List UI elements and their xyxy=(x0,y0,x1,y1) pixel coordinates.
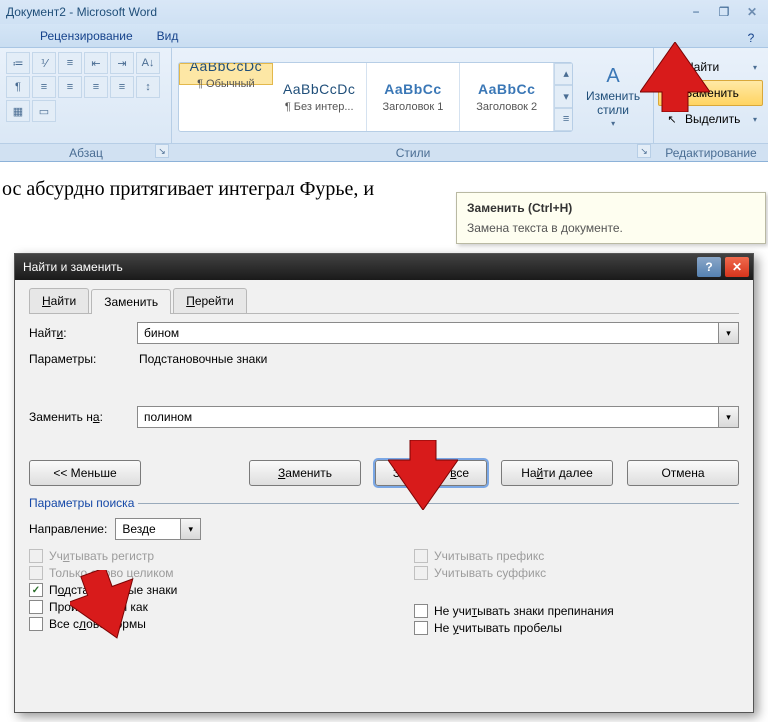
style-nospacing[interactable]: AaBbCcDc ¶ Без интер... xyxy=(273,63,367,131)
styles-launcher[interactable]: ↘ xyxy=(637,144,651,158)
replace-label: Заменить на: xyxy=(29,410,129,424)
style-normal[interactable]: AaBbCcDc ¶ Обычный xyxy=(179,63,273,85)
numbering-button[interactable]: ⅟ xyxy=(32,52,56,74)
params-value: Подстановочные знаки xyxy=(139,352,267,366)
match-case-check: Учитывать регистр xyxy=(29,549,354,563)
align-right-button[interactable]: ≡ xyxy=(84,76,108,98)
paragraph-group: ≔ ⅟ ≡ ⇤ ⇥ A↓ ¶ ≡ ≡ ≡ ≡ ↕ ▦ ▭ xyxy=(0,48,172,143)
checkbox-icon xyxy=(414,549,428,563)
select-button[interactable]: ↖ Выделить ▾ xyxy=(658,106,763,132)
dialog-title: Найти и заменить xyxy=(23,260,123,274)
line-spacing-button[interactable]: ↕ xyxy=(136,76,160,98)
show-marks-button[interactable]: ¶ xyxy=(6,76,30,98)
replace-all-button[interactable]: Заменить все xyxy=(375,460,487,486)
styles-gallery[interactable]: AaBbCcDc ¶ Обычный AaBbCcDc ¶ Без интер.… xyxy=(178,62,573,132)
replace-one-button[interactable]: Заменить xyxy=(249,460,361,486)
style-heading2[interactable]: AaBbCc Заголовок 2 xyxy=(460,63,554,131)
sort-button[interactable]: A↓ xyxy=(136,52,160,74)
shading-button[interactable]: ▦ xyxy=(6,100,30,122)
styles-expand[interactable]: ≡ xyxy=(554,108,573,131)
tooltip-desc: Замена текста в документе. xyxy=(467,221,755,235)
checkbox-icon xyxy=(29,549,43,563)
checkbox-icon xyxy=(29,566,43,580)
whole-word-check: Только слово целиком xyxy=(29,566,354,580)
justify-button[interactable]: ≡ xyxy=(110,76,134,98)
ignore-punct-check[interactable]: Не учитывать знаки препинания xyxy=(414,604,739,618)
close-window-button[interactable]: ✕ xyxy=(742,4,762,20)
increase-indent-button[interactable]: ⇥ xyxy=(110,52,134,74)
cursor-icon: ↖ xyxy=(664,111,680,127)
direction-dropdown[interactable]: ▾ xyxy=(180,519,200,539)
find-input[interactable]: ▾ xyxy=(137,322,739,344)
ignore-space-check[interactable]: Не учитывать пробелы xyxy=(414,621,739,635)
title-bar: Документ2 - Microsoft Word − ❐ ✕ xyxy=(0,0,768,24)
direction-select[interactable]: Везде ▾ xyxy=(115,518,201,540)
checkbox-icon xyxy=(414,621,428,635)
style-heading1[interactable]: AaBbCc Заголовок 1 xyxy=(367,63,461,131)
styles-scroll-up[interactable]: ▴ xyxy=(554,63,573,86)
replace-input[interactable]: ▾ xyxy=(137,406,739,428)
ribbon-body: ≔ ⅟ ≡ ⇤ ⇥ A↓ ¶ ≡ ≡ ≡ ≡ ↕ ▦ ▭ Абзац ↘ xyxy=(0,48,768,162)
paragraph-group-label: Абзац xyxy=(69,146,103,160)
tab-goto[interactable]: Перейти xyxy=(173,288,247,313)
styles-scroll-down[interactable]: ▾ xyxy=(554,85,573,108)
find-dropdown[interactable]: ▾ xyxy=(718,323,738,343)
find-next-button[interactable]: Найти далее xyxy=(501,460,613,486)
checkbox-icon xyxy=(29,600,43,614)
find-input-field[interactable] xyxy=(138,323,718,343)
checkbox-icon xyxy=(414,566,428,580)
find-button[interactable]: 🔍 Найти ▾ xyxy=(658,54,763,80)
find-replace-dialog: Найти и заменить ? ✕ Найти Заменить Пере… xyxy=(14,253,754,713)
styles-group: AaBbCcDc ¶ Обычный AaBbCcDc ¶ Без интер.… xyxy=(172,48,654,143)
editing-group: 🔍 Найти ▾ ab Заменить ↖ Выделить ▾ xyxy=(654,48,767,143)
prefix-check: Учитывать префикс xyxy=(414,549,739,563)
align-left-button[interactable]: ≡ xyxy=(32,76,56,98)
bullets-button[interactable]: ≔ xyxy=(6,52,30,74)
ribbon-tab-view[interactable]: Вид xyxy=(147,25,189,47)
multilevel-button[interactable]: ≡ xyxy=(58,52,82,74)
align-center-button[interactable]: ≡ xyxy=(58,76,82,98)
editing-group-label: Редактирование xyxy=(665,146,756,160)
help-icon[interactable]: ? xyxy=(742,29,760,47)
restore-button[interactable]: ❐ xyxy=(714,4,734,20)
change-styles-button[interactable]: A Изменить стили ▾ xyxy=(579,65,647,127)
borders-button[interactable]: ▭ xyxy=(32,100,56,122)
replace-icon: ab xyxy=(664,85,680,101)
styles-group-label: Стили xyxy=(396,146,431,160)
paragraph-launcher[interactable]: ↘ xyxy=(155,144,169,158)
replace-dropdown[interactable]: ▾ xyxy=(718,407,738,427)
params-label: Параметры: xyxy=(29,352,129,366)
checkbox-icon: ✓ xyxy=(29,583,43,597)
cancel-button[interactable]: Отмена xyxy=(627,460,739,486)
minimize-button[interactable]: − xyxy=(686,4,706,20)
dialog-title-bar[interactable]: Найти и заменить ? ✕ xyxy=(15,254,753,280)
replace-tooltip: Заменить (Ctrl+H) Замена текста в докуме… xyxy=(456,192,766,244)
ribbon-tabs: Рецензирование Вид ? xyxy=(0,24,768,48)
window-title: Документ2 - Microsoft Word xyxy=(6,5,157,19)
tooltip-title: Заменить (Ctrl+H) xyxy=(467,201,755,215)
direction-label: Направление: xyxy=(29,522,107,536)
checkbox-icon xyxy=(29,617,43,631)
word-forms-check[interactable]: Все словоформы xyxy=(29,617,354,631)
tab-find[interactable]: Найти xyxy=(29,288,89,313)
replace-button[interactable]: ab Заменить xyxy=(658,80,763,106)
search-options-label: Параметры поиска xyxy=(29,496,134,510)
checkbox-icon xyxy=(414,604,428,618)
dialog-close-button[interactable]: ✕ xyxy=(725,257,749,277)
dialog-help-button[interactable]: ? xyxy=(697,257,721,277)
find-label: Найти: xyxy=(29,326,129,340)
dialog-tabs: Найти Заменить Перейти xyxy=(29,288,739,314)
binoculars-icon: 🔍 xyxy=(664,59,680,75)
decrease-indent-button[interactable]: ⇤ xyxy=(84,52,108,74)
tab-replace[interactable]: Заменить xyxy=(91,289,171,314)
less-button[interactable]: << Меньше xyxy=(29,460,141,486)
replace-input-field[interactable] xyxy=(138,407,718,427)
wildcards-check[interactable]: ✓ Подстановочные знаки xyxy=(29,583,354,597)
sounds-like-check[interactable]: Произносится как xyxy=(29,600,354,614)
suffix-check: Учитывать суффикс xyxy=(414,566,739,580)
ribbon-tab-review[interactable]: Рецензирование xyxy=(30,25,143,47)
